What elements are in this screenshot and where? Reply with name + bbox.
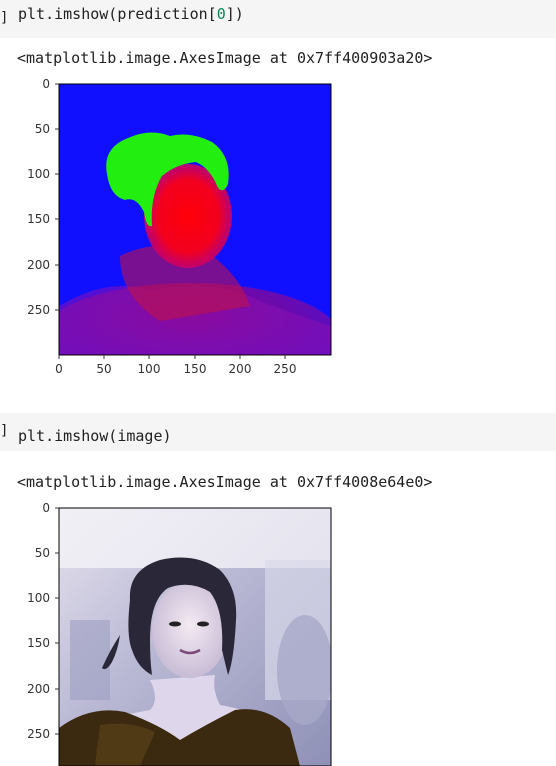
cell-2-plot: 0 50 100 150 200 250 bbox=[27, 501, 332, 766]
y-tick-label: 100 bbox=[27, 591, 50, 605]
cell-2-prompt: ] bbox=[0, 423, 9, 439]
y-tick-label: 150 bbox=[27, 212, 50, 226]
cell-2-output-text: <matplotlib.image.AxesImage at 0x7ff4008… bbox=[17, 473, 433, 491]
cell-1-plot: 0 50 100 150 200 250 0 50 100 150 200 25… bbox=[27, 77, 332, 376]
cell-2-code[interactable]: plt.imshow(image) bbox=[18, 427, 172, 445]
y-tick-label: 250 bbox=[27, 303, 50, 317]
y-tick-label: 50 bbox=[35, 546, 50, 560]
y-tick-label: 0 bbox=[42, 77, 50, 91]
portrait-photo-image bbox=[59, 508, 331, 766]
cell-1-x-axis: 0 50 100 150 200 250 bbox=[55, 355, 296, 376]
code-cell-2-input[interactable]: ] plt.imshow(image) bbox=[0, 413, 556, 451]
x-tick-label: 150 bbox=[184, 362, 207, 376]
x-tick-label: 50 bbox=[96, 362, 111, 376]
cell-1-code-prefix: plt.imshow(prediction[ bbox=[18, 5, 217, 23]
cell-1-code-number: 0 bbox=[216, 5, 226, 23]
cell-1-prompt: ] bbox=[0, 10, 9, 26]
x-tick-label: 0 bbox=[55, 362, 63, 376]
cell-1-code[interactable]: plt.imshow(prediction[0]) bbox=[18, 5, 244, 23]
segmentation-mask-image bbox=[59, 84, 331, 355]
y-tick-label: 250 bbox=[27, 727, 50, 741]
y-tick-label: 200 bbox=[27, 682, 50, 696]
code-cell-1-input[interactable]: ] plt.imshow(prediction[0]) bbox=[0, 0, 556, 38]
x-tick-label: 100 bbox=[138, 362, 161, 376]
y-tick-label: 150 bbox=[27, 636, 50, 650]
y-tick-label: 200 bbox=[27, 258, 50, 272]
cell-2-y-axis: 0 50 100 150 200 250 bbox=[27, 501, 59, 741]
y-tick-label: 0 bbox=[42, 501, 50, 515]
y-tick-label: 50 bbox=[35, 122, 50, 136]
cell-1-y-axis: 0 50 100 150 200 250 bbox=[27, 77, 59, 317]
cell-1-code-suffix: ]) bbox=[225, 5, 244, 23]
x-tick-label: 250 bbox=[274, 362, 297, 376]
x-tick-label: 200 bbox=[229, 362, 252, 376]
cell-1-output-text: <matplotlib.image.AxesImage at 0x7ff4009… bbox=[17, 49, 433, 67]
y-tick-label: 100 bbox=[27, 167, 50, 181]
cell-2-code-prefix: plt.imshow(image) bbox=[18, 427, 172, 445]
